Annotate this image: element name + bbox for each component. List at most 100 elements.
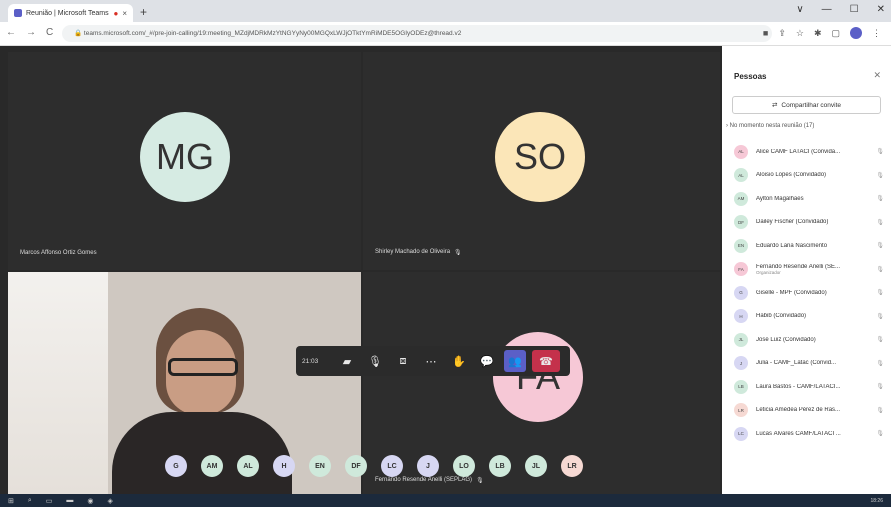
- minimize-button[interactable]: —: [822, 4, 832, 15]
- system-clock: 18:26: [870, 497, 883, 504]
- url-input[interactable]: 🔒 teams.microsoft.com/_#/pre-join-callin…: [62, 25, 772, 42]
- app-icon[interactable]: ◈: [108, 497, 113, 505]
- video-tile-so[interactable]: SO Shirley Machado de Oliveira 🎙: [363, 52, 720, 270]
- participant-row[interactable]: AL Alice CAMF LATACI (Convida... 🎙: [734, 140, 884, 164]
- profile-avatar[interactable]: [850, 27, 862, 39]
- close-window-button[interactable]: ✕: [877, 4, 885, 15]
- roster-avatar[interactable]: JL: [525, 455, 547, 477]
- mic-off-button[interactable]: 🎙: [364, 350, 386, 372]
- muted-mic-icon: 🎙: [454, 250, 462, 256]
- muted-mic-icon: 🎙: [876, 384, 884, 391]
- participant-row[interactable]: J Julia - CAMF_Latac (Convid... 🎙: [734, 352, 884, 376]
- muted-mic-icon: 🎙: [876, 243, 884, 250]
- share-icon: ⇄: [771, 102, 778, 109]
- participant-row[interactable]: H Habib (Convidado) 🎙: [734, 305, 884, 329]
- back-button[interactable]: ←: [6, 27, 16, 38]
- participant-row[interactable]: AM Aylton Magalhaes 🎙: [734, 187, 884, 211]
- section-header[interactable]: › No momento nesta reunião (17): [726, 123, 814, 129]
- more-actions-button[interactable]: ⋯: [420, 350, 442, 372]
- person-glasses: [168, 358, 238, 376]
- roster-avatar[interactable]: AM: [201, 455, 223, 477]
- participant-row[interactable]: DF Dailey Fischer (Convidado) 🎙: [734, 211, 884, 235]
- roster-avatar[interactable]: LR: [561, 455, 583, 477]
- chat-icon: 💬: [480, 355, 494, 368]
- muted-mic-icon: 🎙: [476, 478, 484, 484]
- muted-mic-icon: 🎙: [876, 196, 884, 203]
- participant-row[interactable]: AL Aloisio Lopes (Convidado) 🎙: [734, 164, 884, 188]
- maximize-button[interactable]: ☐: [850, 4, 859, 15]
- camera-icon[interactable]: ■: [763, 28, 768, 38]
- chrome-icon[interactable]: ◉: [87, 497, 93, 505]
- participant-name-text: Lucas Álvares CAMF/LATACI ...: [756, 430, 841, 437]
- roster-initials: LC: [387, 462, 397, 470]
- people-panel: Pessoas ✕ ⇄ Compartilhar convite › No mo…: [722, 46, 891, 494]
- participant-name-text: Eduardo Lana Nascimento: [756, 242, 828, 249]
- roster-avatar[interactable]: AL: [237, 455, 259, 477]
- roster-avatar[interactable]: LC: [381, 455, 403, 477]
- extension-icon[interactable]: ✱: [814, 28, 822, 39]
- people-icon: 👥: [508, 355, 522, 368]
- participants-button[interactable]: 👥: [504, 350, 526, 372]
- forward-button[interactable]: →: [26, 27, 36, 38]
- participant-name: Lucas Álvares CAMF/LATACI ...: [756, 431, 868, 437]
- person-body: [112, 412, 292, 494]
- roster-initials: H: [281, 462, 287, 470]
- roster-initials: J: [426, 462, 430, 470]
- video-tile-mg[interactable]: MG Marcos Affonso Ortiz Gomes: [8, 52, 361, 270]
- tab-search-button[interactable]: ∨: [796, 4, 803, 15]
- participant-avatar: EN: [734, 238, 748, 253]
- participant-name-label: Fernando Resende Anelli (SEPLAG) 🎙: [375, 477, 484, 484]
- participant-name-label: Marcos Affonso Ortiz Gomes: [20, 250, 97, 256]
- extensions-area: ■ ⇪ ☆ ✱ ▢ ⋮: [763, 27, 881, 39]
- call-controls: 21:03 ▰ 🎙 ⧈ ⋯ ✋ 💬 👥 ☎: [296, 346, 570, 376]
- share-screen-button[interactable]: ⧈: [392, 350, 414, 372]
- roster-avatar[interactable]: DF: [345, 455, 367, 477]
- participant-name: Shirley Machado de Oliveira: [375, 249, 451, 255]
- participant-avatar: MG: [140, 112, 230, 202]
- share-invite-button[interactable]: ⇄ Compartilhar convite: [732, 96, 881, 114]
- roster-initials: LB: [495, 462, 505, 470]
- roster-avatar[interactable]: H: [273, 455, 295, 477]
- reload-button[interactable]: C: [46, 27, 53, 38]
- task-view-icon[interactable]: ▭: [46, 497, 53, 505]
- participant-name-text: Leticia Amédea Pérez de Ras...: [756, 407, 841, 414]
- search-icon[interactable]: ⌕: [28, 497, 32, 505]
- participant-name: Julia - CAMF_Latac (Convid...: [756, 360, 868, 366]
- roster-avatars: G AM AL H EN DF LC J LO LB JL LR: [165, 455, 583, 477]
- tab-close-button[interactable]: ×: [122, 9, 127, 18]
- new-tab-button[interactable]: +: [140, 5, 147, 19]
- star-icon[interactable]: ☆: [796, 28, 804, 39]
- panel-title: Pessoas: [734, 72, 767, 81]
- muted-mic-icon: 🎙: [876, 290, 884, 297]
- close-panel-button[interactable]: ✕: [873, 70, 881, 81]
- participant-row[interactable]: LB Laura Bastos - CAMF/LATACI... 🎙: [734, 375, 884, 399]
- leave-call-button[interactable]: ☎: [532, 350, 560, 372]
- mic-off-icon: 🎙: [368, 355, 382, 368]
- browser-tab[interactable]: Reunião | Microsoft Teams ● ×: [8, 4, 133, 22]
- muted-mic-icon: 🎙: [876, 219, 884, 226]
- camera-off-button[interactable]: ▰: [336, 350, 358, 372]
- participant-row[interactable]: G Giselle - MPF (Convidado) 🎙: [734, 281, 884, 305]
- participant-row[interactable]: FA Fernando Resende Anelli (SE... Organiza…: [734, 258, 884, 282]
- roster-avatar[interactable]: G: [165, 455, 187, 477]
- roster-avatar[interactable]: LB: [489, 455, 511, 477]
- participant-row[interactable]: LR Leticia Amédea Pérez de Ras... 🎙: [734, 399, 884, 423]
- share-icon[interactable]: ⇪: [778, 28, 786, 39]
- chat-button[interactable]: 💬: [476, 350, 498, 372]
- menu-icon[interactable]: ⋮: [872, 28, 881, 39]
- roster-avatar[interactable]: J: [417, 455, 439, 477]
- participant-name: Dailey Fischer (Convidado): [756, 219, 868, 225]
- participant-avatar: LR: [734, 403, 748, 418]
- participant-name-text: Fernando Resende Anelli (SE...: [756, 263, 841, 270]
- participant-row[interactable]: LC Lucas Álvares CAMF/LATACI ... 🎙: [734, 422, 884, 446]
- participant-row[interactable]: EN Eduardo Lana Nascimento 🎙: [734, 234, 884, 258]
- participant-name: Habib (Convidado): [756, 313, 868, 319]
- reading-list-icon[interactable]: ▢: [831, 28, 840, 39]
- windows-start-icon[interactable]: ⊞: [8, 497, 14, 505]
- participant-avatar: J: [734, 356, 748, 371]
- roster-avatar[interactable]: EN: [309, 455, 331, 477]
- file-explorer-icon[interactable]: ▬: [66, 497, 73, 504]
- participant-row[interactable]: JL José Luiz (Convidado) 🎙: [734, 328, 884, 352]
- raise-hand-button[interactable]: ✋: [448, 350, 470, 372]
- roster-avatar[interactable]: LO: [453, 455, 475, 477]
